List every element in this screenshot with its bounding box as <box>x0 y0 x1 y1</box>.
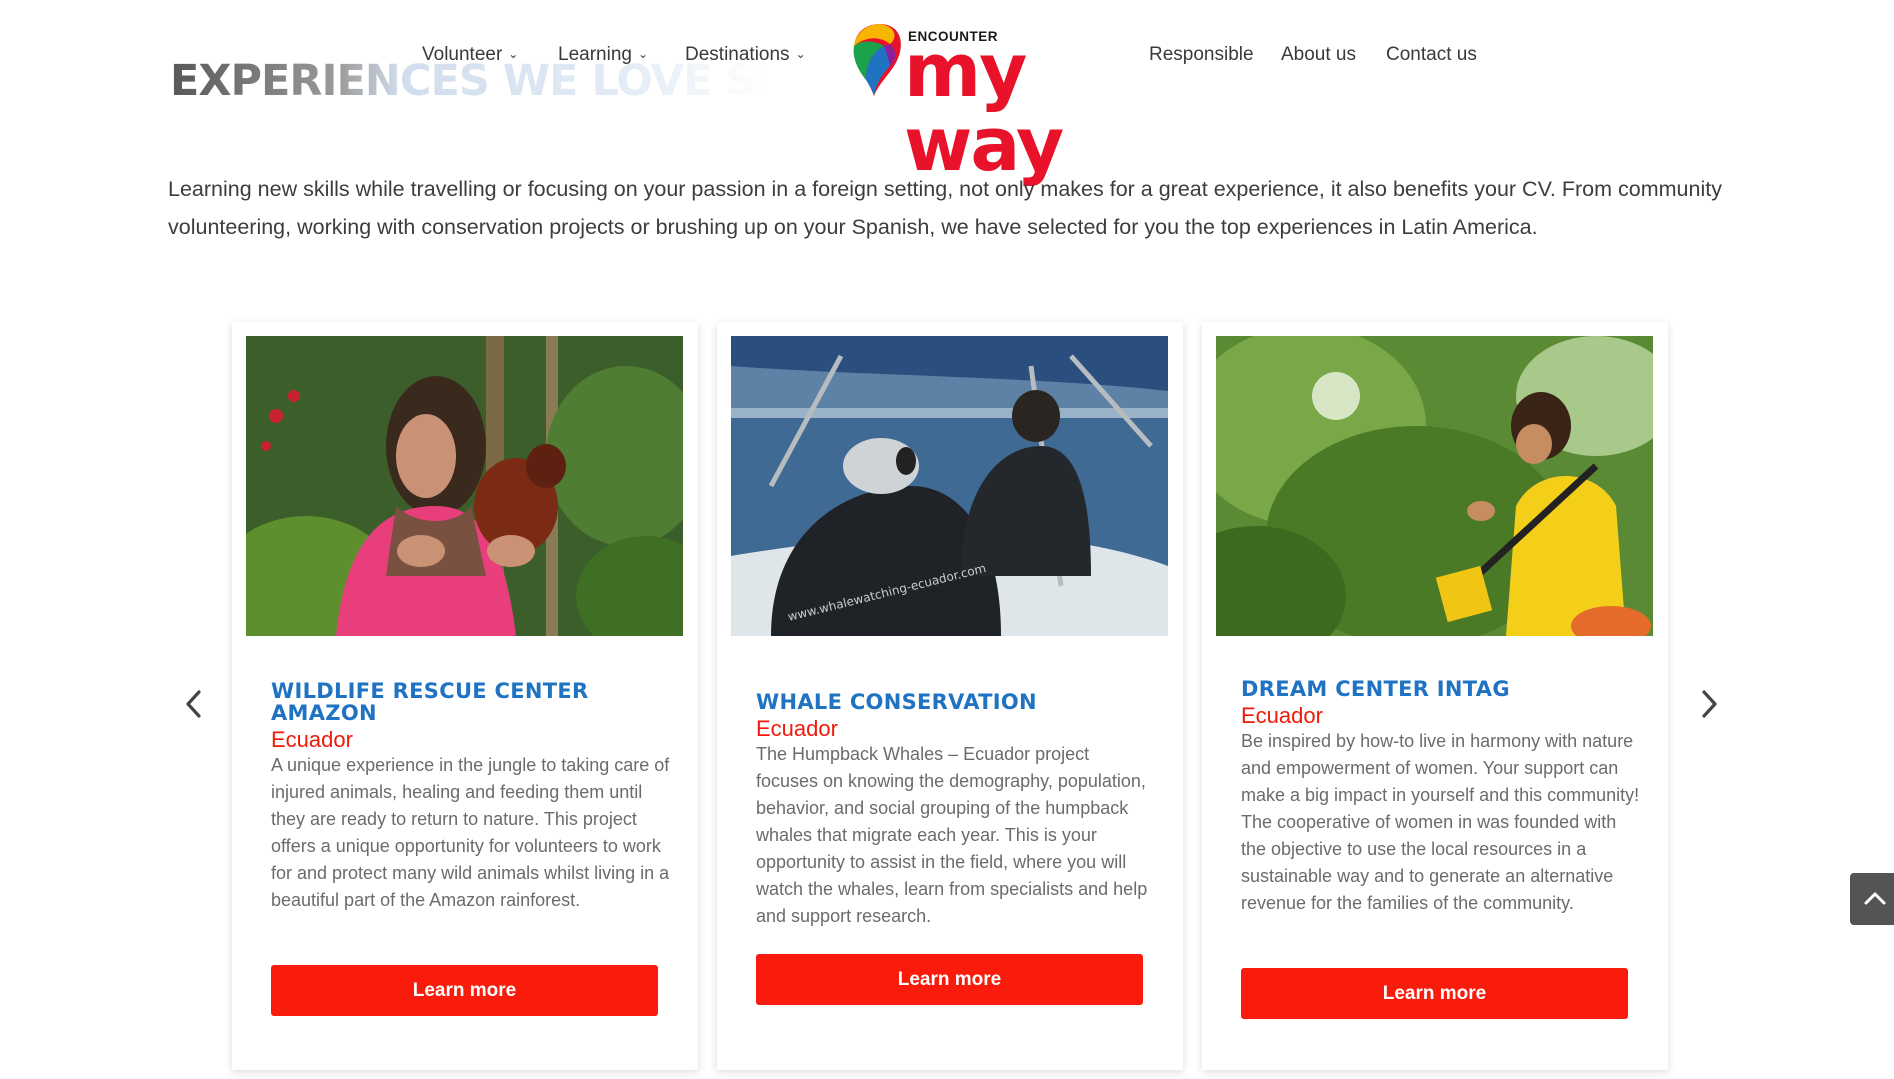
chevron-down-icon: ⌄ <box>795 47 806 61</box>
nav-item-about-us[interactable]: About us <box>1281 44 1356 66</box>
chevron-down-icon: ⌄ <box>637 47 649 61</box>
nav-item-responsible[interactable]: Responsible <box>1149 44 1254 66</box>
site-logo[interactable]: ENCOUNTER my way <box>846 14 1126 182</box>
nav-label: Learning <box>558 44 632 65</box>
card-photo-wildlife[interactable] <box>246 336 683 636</box>
learn-more-button[interactable]: Learn more <box>271 965 658 1016</box>
nav-item-learning[interactable]: Learning ⌄ <box>558 44 648 66</box>
experience-card-dream-center: DREAM CENTER INTAG Ecuador Be inspired b… <box>1202 322 1668 1070</box>
scroll-to-top-button[interactable] <box>1850 873 1894 925</box>
chevron-up-icon <box>1864 892 1886 905</box>
card-description: The Humpback Whales – Ecuador project fo… <box>756 744 1148 926</box>
nav-label: Destinations <box>685 44 790 65</box>
learn-more-button[interactable]: Learn more <box>756 954 1143 1005</box>
card-photo-dream-center[interactable] <box>1216 336 1653 636</box>
card-description: A unique experience in the jungle to tak… <box>271 755 670 910</box>
chevron-right-icon[interactable] <box>1697 686 1721 722</box>
boat-on-ocean-image: www.whalewatching-ecuador.com <box>731 336 1168 636</box>
card-photo-whale[interactable]: www.whalewatching-ecuador.com <box>731 336 1168 636</box>
card-description: Be inspired by how-to live in harmony wi… <box>1241 731 1640 913</box>
card-title[interactable]: WHALE CONSERVATION <box>756 691 1146 713</box>
nav-item-volunteer[interactable]: Volunteer ⌄ <box>422 44 518 66</box>
logo-pin-icon <box>853 24 901 96</box>
card-country: Ecuador <box>271 727 353 752</box>
header-watermark: EXPERIENCES WE LOVE SHARING <box>170 56 940 106</box>
chevron-down-icon: ⌄ <box>508 47 519 61</box>
nav-label: Volunteer <box>422 44 503 65</box>
card-country: Ecuador <box>756 716 838 741</box>
nav-item-destinations[interactable]: Destinations ⌄ <box>685 44 806 66</box>
experience-card-whale: www.whalewatching-ecuador.com WHALE CONS… <box>717 322 1183 1070</box>
card-title[interactable]: DREAM CENTER INTAG <box>1241 678 1631 700</box>
girl-picking-coffee-image <box>1216 336 1653 636</box>
chevron-left-icon[interactable] <box>182 686 206 722</box>
logo-myway-text: my way <box>904 28 1064 188</box>
experience-card-wildlife: WILDLIFE RESCUE CENTER AMAZON Ecuador A … <box>232 322 698 1070</box>
intro-paragraph: Learning new skills while travelling or … <box>168 177 1722 239</box>
card-country: Ecuador <box>1241 703 1323 728</box>
woman-with-monkey-image <box>246 336 683 636</box>
site-header: EXPERIENCES WE LOVE SHARING Volunteer ⌄ L… <box>0 0 1894 182</box>
card-title[interactable]: WILDLIFE RESCUE CENTER AMAZON <box>271 680 661 724</box>
learn-more-button[interactable]: Learn more <box>1241 968 1628 1019</box>
nav-item-contact-us[interactable]: Contact us <box>1386 44 1477 66</box>
